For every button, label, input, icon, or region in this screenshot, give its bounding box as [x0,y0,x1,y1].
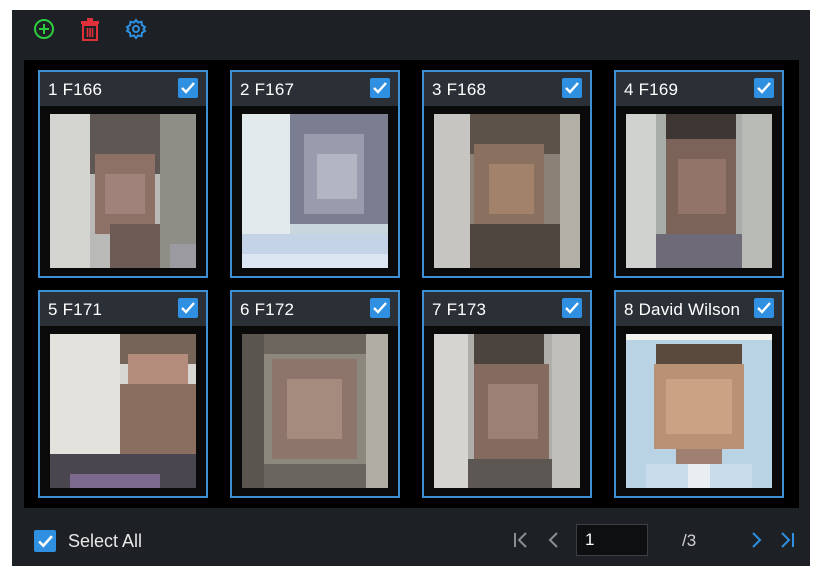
face-thumbnail [434,334,580,488]
card-checkbox[interactable] [178,78,198,98]
checkmark-icon [37,534,53,548]
face-thumbnail [50,114,196,268]
checkmark-icon [181,302,195,314]
checkmark-icon [181,82,195,94]
checkmark-icon [373,302,387,314]
toolbar [12,10,814,48]
card-header: 3 F168 [424,72,590,106]
settings-button[interactable] [124,17,148,41]
face-card[interactable]: 6 F172 [230,290,400,498]
card-checkbox[interactable] [178,298,198,318]
page-number-input[interactable] [576,524,648,556]
trash-icon [81,18,99,41]
select-all-label: Select All [68,530,143,551]
checkmark-icon [757,302,771,314]
card-checkbox[interactable] [754,78,774,98]
gear-icon [125,18,147,40]
card-header: 1 F166 [40,72,206,106]
select-all-checkbox[interactable] [34,530,56,552]
card-header: 4 F169 [616,72,782,106]
card-header: 2 F167 [232,72,398,106]
face-card[interactable]: 3 F168 [422,70,592,278]
add-button[interactable] [32,17,56,41]
card-label: 3 F168 [432,80,487,99]
face-grid: 1 F166 2 F167 3 F168 4 F169 5 F171 6 F17… [24,60,799,508]
face-card[interactable]: 4 F169 [614,70,784,278]
card-checkbox[interactable] [370,78,390,98]
face-card[interactable]: 1 F166 [38,70,208,278]
face-thumbnail [626,334,772,488]
face-thumbnail [434,114,580,268]
footer-bar: Select All /3 [12,516,810,566]
face-card[interactable]: 8 David Wilson [614,290,784,498]
card-checkbox[interactable] [562,78,582,98]
checkmark-icon [373,82,387,94]
card-header: 6 F172 [232,292,398,326]
chevron-left-icon [548,532,558,548]
last-page-icon [781,532,794,548]
card-label: 7 F173 [432,300,487,319]
card-label: 1 F166 [48,80,103,99]
card-label: 6 F172 [240,300,295,319]
card-label: 4 F169 [624,80,679,99]
last-page-button[interactable] [776,528,798,552]
card-checkbox[interactable] [370,298,390,318]
face-thumbnail [626,114,772,268]
checkmark-icon [757,82,771,94]
card-checkbox[interactable] [562,298,582,318]
face-thumbnail [50,334,196,488]
face-database-panel: 1 F166 2 F167 3 F168 4 F169 5 F171 6 F17… [12,10,810,566]
next-page-button[interactable] [746,528,768,552]
page-total: /3 [682,531,697,550]
first-page-icon [514,532,527,548]
card-header: 7 F173 [424,292,590,326]
card-label: 5 F171 [48,300,103,319]
card-label: 2 F167 [240,80,295,99]
face-thumbnail [242,334,388,488]
select-all-toggle[interactable]: Select All [34,530,142,552]
first-page-button[interactable] [510,528,532,552]
prev-page-button[interactable] [542,528,564,552]
face-card[interactable]: 2 F167 [230,70,400,278]
face-card[interactable]: 7 F173 [422,290,592,498]
face-card[interactable]: 5 F171 [38,290,208,498]
checkmark-icon [565,302,579,314]
card-label: 8 David Wilson [624,300,741,319]
face-thumbnail [242,114,388,268]
checkmark-icon [565,82,579,94]
chevron-right-icon [752,532,762,548]
card-checkbox[interactable] [754,298,774,318]
card-header: 5 F171 [40,292,206,326]
delete-button[interactable] [78,17,102,41]
plus-circle-icon [34,19,54,39]
card-header: 8 David Wilson [616,292,782,326]
